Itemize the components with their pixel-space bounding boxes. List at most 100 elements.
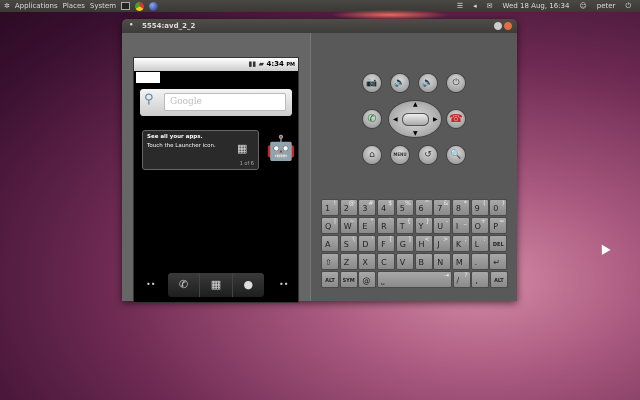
minimize-button[interactable] — [494, 22, 502, 30]
key-at[interactable]: @ — [358, 271, 376, 288]
key-f[interactable]: F[ — [377, 235, 395, 252]
key-p[interactable]: P= — [489, 217, 507, 234]
key-slash[interactable]: /? — [453, 271, 471, 288]
volume-icon[interactable]: ◂ — [473, 2, 477, 10]
search-input[interactable]: Google — [164, 93, 286, 111]
search-button[interactable]: 🔍 — [446, 145, 466, 165]
key-b[interactable]: B — [415, 253, 433, 270]
dpad-up-icon[interactable]: ▲ — [413, 101, 418, 108]
key-w[interactable]: W~ — [340, 217, 358, 234]
browser-dock-icon[interactable]: ● — [233, 273, 264, 297]
key-secondary-label: ( — [483, 200, 485, 207]
menu-places[interactable]: Places — [63, 2, 85, 10]
key-↵[interactable]: ↵ — [489, 253, 507, 270]
key-1[interactable]: 1! — [321, 199, 339, 216]
menu-system[interactable]: System — [90, 2, 116, 10]
key-v[interactable]: V — [396, 253, 414, 270]
volume-down-button[interactable]: 🔈 — [390, 73, 410, 93]
key-h[interactable]: H< — [415, 235, 433, 252]
key-0[interactable]: 0) — [489, 199, 507, 216]
key-label: Z — [344, 258, 349, 267]
key-secondary-label: } — [426, 218, 430, 225]
dpad-center-button[interactable] — [402, 113, 429, 126]
browser-globe-icon[interactable] — [149, 2, 158, 11]
key-label: T — [400, 222, 405, 231]
key-2[interactable]: 2@ — [340, 199, 358, 216]
key-7[interactable]: 7& — [433, 199, 451, 216]
key-8[interactable]: 8* — [452, 199, 470, 216]
key-u[interactable]: U- — [433, 217, 451, 234]
search-icon[interactable]: ⚲ — [144, 92, 154, 107]
key-.[interactable]: . — [471, 253, 489, 270]
window-menu-icon[interactable]: • — [129, 21, 133, 29]
power-button[interactable]: ⏻ — [446, 73, 466, 93]
key-label: SYM — [343, 278, 355, 284]
key-label: I — [456, 222, 458, 231]
key-label: M — [456, 258, 463, 267]
ubuntu-logo-icon[interactable]: ✲ — [4, 2, 10, 10]
key-o[interactable]: O+ — [471, 217, 489, 234]
clock[interactable]: Wed 18 Aug, 16:34 — [503, 2, 570, 10]
key-comma[interactable]: , — [471, 271, 489, 288]
key-sym[interactable]: SYM — [340, 271, 358, 288]
key-g[interactable]: G] — [396, 235, 414, 252]
key-5[interactable]: 5% — [396, 199, 414, 216]
camera-button[interactable]: 📷 — [362, 73, 382, 93]
close-button[interactable] — [504, 22, 512, 30]
key-del[interactable]: DEL — [489, 235, 507, 252]
tip-page: 1 of 6 — [240, 161, 254, 167]
right-page-indicator[interactable]: •• — [279, 280, 288, 289]
dpad-right-icon[interactable]: ▶ — [433, 116, 438, 123]
key-a[interactable]: A — [321, 235, 339, 252]
key-9[interactable]: 9( — [471, 199, 489, 216]
key-t[interactable]: T{ — [396, 217, 414, 234]
key-l[interactable]: L: — [471, 235, 489, 252]
key-6[interactable]: 6^ — [415, 199, 433, 216]
key-i[interactable]: I_ — [452, 217, 470, 234]
key-alt-left[interactable]: ALT — [321, 271, 339, 288]
phone-screen[interactable]: ▮▮ ▰ 4:34 PM ⚲ Google See all your apps.… — [133, 57, 299, 303]
key-space[interactable]: ⎵⇥ — [377, 271, 452, 288]
chrome-icon[interactable] — [135, 2, 144, 11]
key-secondary-label: + — [481, 218, 486, 225]
power-icon[interactable]: ⏻ — [625, 2, 631, 11]
network-icon[interactable]: ☰ — [457, 2, 463, 10]
key-s[interactable]: S\ — [340, 235, 358, 252]
key-k[interactable]: K; — [452, 235, 470, 252]
key-n[interactable]: N — [433, 253, 451, 270]
status-bar[interactable]: ▮▮ ▰ 4:34 PM — [134, 58, 298, 71]
key-e[interactable]: E" — [358, 217, 376, 234]
launcher-tip[interactable]: See all your apps. Touch the Launcher ic… — [142, 130, 259, 170]
terminal-icon[interactable] — [121, 2, 130, 10]
window-titlebar[interactable]: • 5554:avd_2_2 — [122, 19, 517, 33]
menu-applications[interactable]: Applications — [15, 2, 58, 10]
end-call-button[interactable]: ☎ — [446, 109, 466, 129]
menu-button[interactable]: MENU — [390, 145, 410, 165]
google-search-widget[interactable]: ⚲ Google — [140, 89, 292, 116]
user-name[interactable]: peter — [597, 2, 616, 10]
key-x[interactable]: X — [358, 253, 376, 270]
launcher-dock-icon[interactable]: ▦ — [200, 273, 232, 297]
key-d[interactable]: D' — [358, 235, 376, 252]
key-alt-right[interactable]: ALT — [490, 271, 508, 288]
key-3[interactable]: 3# — [358, 199, 376, 216]
key-m[interactable]: M — [452, 253, 470, 270]
key-q[interactable]: Q| — [321, 217, 339, 234]
key-j[interactable]: J> — [433, 235, 451, 252]
back-button[interactable]: ↺ — [418, 145, 438, 165]
mail-icon[interactable]: ✉ — [487, 2, 493, 10]
key-y[interactable]: Y} — [415, 217, 433, 234]
key-c[interactable]: C — [377, 253, 395, 270]
dpad-left-icon[interactable]: ◀ — [393, 116, 398, 123]
key-r[interactable]: R` — [377, 217, 395, 234]
dpad[interactable]: ▲ ▼ ◀ ▶ — [388, 100, 442, 138]
home-button[interactable]: ⌂ — [362, 145, 382, 165]
key-4[interactable]: 4$ — [377, 199, 395, 216]
key-⇧[interactable]: ⇧ — [321, 253, 339, 270]
phone-dock-icon[interactable]: ✆ — [168, 273, 200, 297]
key-z[interactable]: Z — [340, 253, 358, 270]
dpad-down-icon[interactable]: ▼ — [413, 130, 418, 137]
call-button[interactable]: ✆ — [362, 109, 382, 129]
volume-up-button[interactable]: 🔊 — [418, 73, 438, 93]
left-page-indicator[interactable]: •• — [146, 280, 155, 289]
